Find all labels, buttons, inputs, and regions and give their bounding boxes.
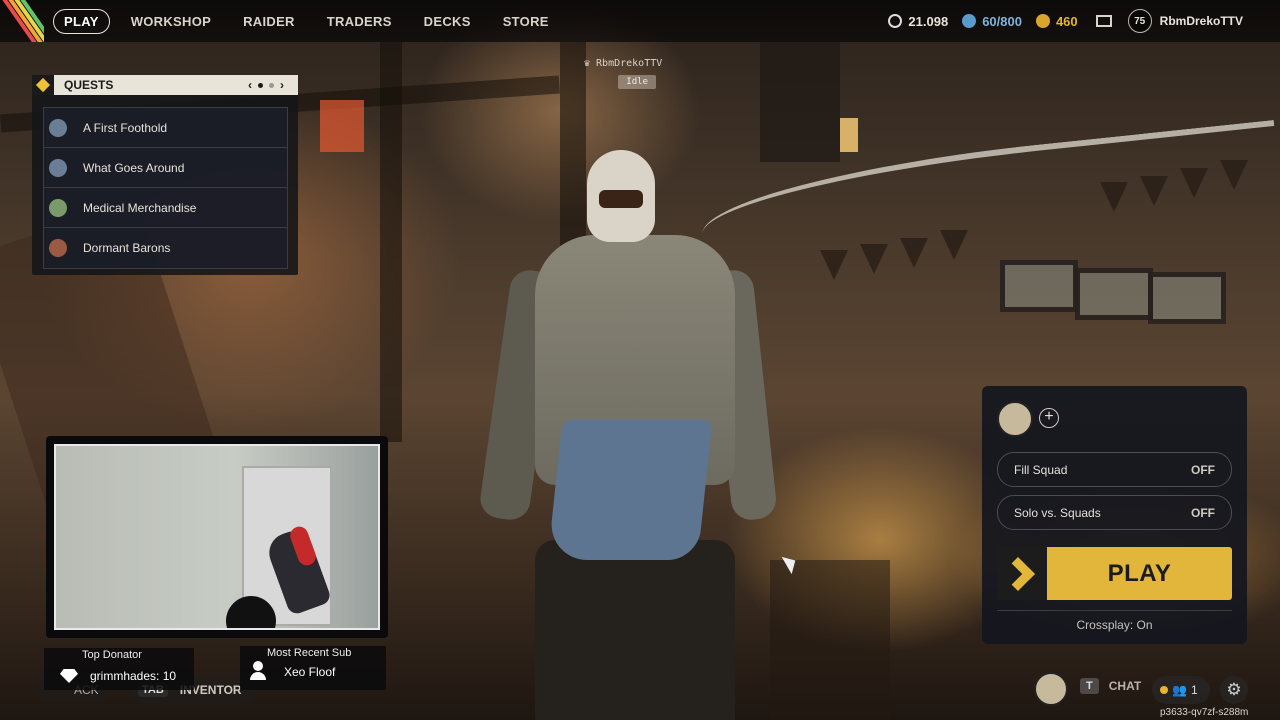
online-status-icon [1160, 686, 1168, 694]
play-button[interactable]: PLAY [997, 547, 1232, 600]
diamond-icon [60, 669, 78, 683]
solo-vs-squads-state: OFF [1191, 505, 1215, 520]
friends-icon: 👥 [1172, 683, 1187, 697]
quest-label: What Goes Around [83, 160, 185, 175]
rainbow-stripe-decoration [0, 0, 44, 42]
fill-squad-state: OFF [1191, 462, 1215, 477]
webcam-overlay [46, 436, 388, 638]
party-member-tag: ♛ RbmDrekoTTV Idle [584, 58, 662, 89]
credits-icon [888, 14, 903, 28]
chat-button[interactable]: T CHAT [1080, 678, 1141, 694]
profile-badge[interactable]: 75 RbmDrekoTTV [1127, 9, 1243, 33]
solo-vs-squads-toggle[interactable]: Solo vs. Squads OFF [997, 495, 1232, 530]
play-arrow-icon [997, 547, 1047, 600]
player-name: RbmDrekoTTV [1159, 14, 1243, 28]
raider-character [477, 150, 778, 720]
top-donator-value: grimmhades: 10 [90, 669, 177, 683]
raider-token-icon [962, 14, 977, 28]
main-nav: PLAY WORKSHOP RAIDER TRADERS DECKS STORE [53, 8, 581, 34]
quest-label: Dormant Barons [83, 241, 171, 255]
chat-label: CHAT [1108, 679, 1142, 693]
play-button-label: PLAY [1107, 559, 1172, 587]
quest-label: A First Foothold [83, 120, 168, 135]
credits-display[interactable]: 21.098 [888, 14, 948, 29]
nav-workshop[interactable]: WORKSHOP [131, 14, 211, 29]
quest-trader-icon [49, 118, 67, 137]
nav-raider[interactable]: RAIDER [243, 14, 295, 29]
player-level: 75 [1127, 9, 1152, 33]
quest-medic-icon [49, 198, 67, 217]
quest-item[interactable]: Medical Merchandise [44, 188, 287, 228]
coins-display[interactable]: 460 [1035, 13, 1078, 29]
coins-value: 460 [1055, 13, 1078, 29]
raider-tokens-display[interactable]: 60/800 [962, 14, 1022, 29]
squad-leader-avatar[interactable] [997, 401, 1033, 437]
nav-store[interactable]: STORE [503, 14, 549, 29]
currency-bar: 21.098 60/800 460 75 RbmDrekoTTV [888, 0, 1280, 42]
nav-traders[interactable]: TRADERS [327, 14, 392, 29]
friends-button[interactable]: 👥 1 [1152, 676, 1210, 704]
quest-diamond-icon [32, 75, 54, 95]
crown-icon: ♛ [584, 58, 591, 69]
party-member-status: Idle [618, 75, 656, 89]
chevron-left-icon[interactable]: ‹ [248, 78, 252, 92]
recent-sub-value: Xeo Floof [284, 665, 336, 679]
friends-count: 1 [1190, 683, 1198, 697]
quests-header: QUESTS ‹ › [32, 75, 298, 95]
add-squad-member-button[interactable]: + [1039, 408, 1059, 428]
session-id: p3633-qv7zf-s288m [1160, 707, 1249, 718]
nav-decks[interactable]: DECKS [424, 14, 471, 29]
raider-tokens-value: 60/800 [982, 13, 1022, 29]
webcam-feed [54, 444, 380, 630]
fill-squad-toggle[interactable]: Fill Squad OFF [997, 452, 1232, 487]
credits-value: 21.098 [908, 13, 949, 29]
coins-icon [1035, 14, 1050, 28]
quest-label: Medical Merchandise [83, 200, 197, 215]
quests-panel: QUESTS ‹ › A First Foothold What Goes Ar… [32, 75, 298, 275]
quests-title: QUESTS [64, 78, 114, 92]
quest-item[interactable]: A First Foothold [44, 108, 287, 148]
mail-icon[interactable] [1095, 15, 1112, 27]
crossplay-status[interactable]: Crossplay: On [982, 618, 1247, 632]
pager-dot [269, 82, 274, 88]
recent-sub-widget: Most Recent Sub Xeo Floof [240, 646, 386, 690]
quest-item[interactable]: What Goes Around [44, 148, 287, 188]
divider [997, 610, 1232, 611]
party-member-name: RbmDrekoTTV [596, 58, 663, 69]
nav-play[interactable]: PLAY [53, 8, 110, 34]
top-donator-widget: Top Donator grimmhades: 10 [44, 648, 194, 690]
quests-list: A First Foothold What Goes Around Medica… [43, 107, 288, 269]
quest-trader-icon [49, 158, 67, 177]
player-avatar[interactable] [1034, 672, 1068, 706]
play-panel: + Fill Squad OFF Solo vs. Squads OFF PLA… [982, 386, 1247, 644]
pager-dot-active [258, 82, 263, 88]
mouse-cursor-icon [781, 551, 801, 575]
fill-squad-label: Fill Squad [1014, 462, 1068, 477]
chevron-right-icon[interactable]: › [280, 78, 284, 92]
gear-icon[interactable]: ⚙ [1220, 676, 1248, 704]
quest-item[interactable]: Dormant Barons [44, 228, 287, 268]
quests-pager: ‹ › [248, 78, 284, 92]
solo-vs-squads-label: Solo vs. Squads [1014, 505, 1101, 520]
recent-sub-label: Most Recent Sub [267, 647, 352, 659]
chat-key: T [1080, 678, 1099, 694]
top-donator-label: Top Donator [82, 649, 142, 661]
top-nav-bar: PLAY WORKSHOP RAIDER TRADERS DECKS STORE… [0, 0, 1280, 42]
person-add-icon [250, 661, 266, 681]
quest-baron-icon [49, 239, 67, 257]
